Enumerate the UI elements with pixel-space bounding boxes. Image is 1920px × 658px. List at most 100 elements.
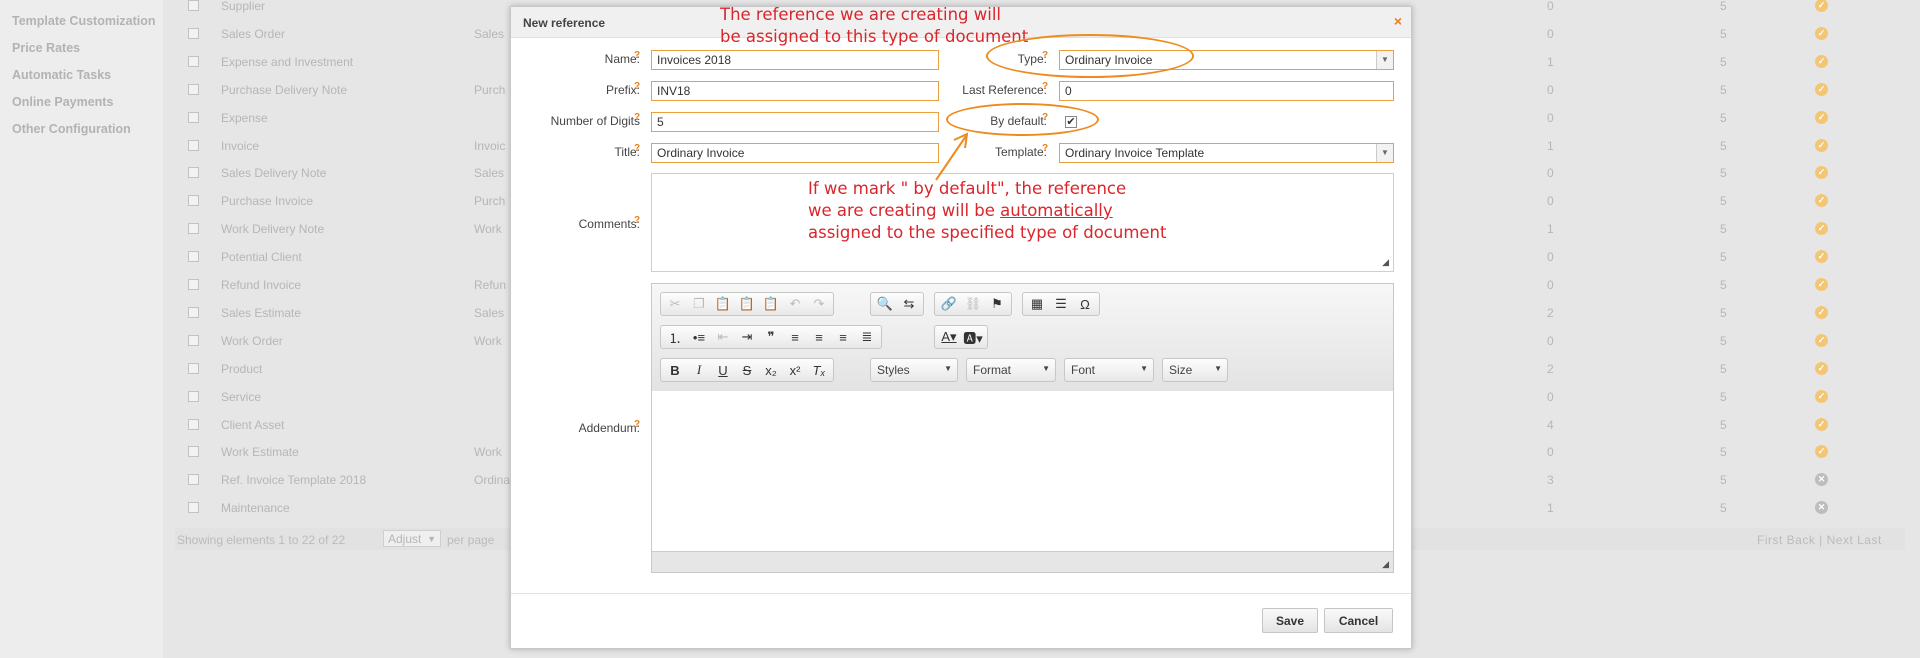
help-icon[interactable]: ? — [634, 81, 640, 92]
row-checkbox[interactable] — [188, 223, 199, 235]
numbered-list-icon[interactable]: ⒈ — [663, 327, 687, 347]
paste-text-icon[interactable]: 📋 — [735, 294, 759, 314]
help-icon[interactable]: ? — [1042, 143, 1048, 154]
row-checkbox[interactable] — [188, 334, 199, 346]
row-checkbox[interactable] — [188, 306, 199, 318]
template-select[interactable]: Ordinary Invoice Template ▼ — [1059, 143, 1394, 163]
unlink-icon[interactable]: ⛓ — [961, 294, 985, 314]
inactive-status-icon[interactable]: ✕ — [1815, 473, 1828, 487]
blockquote-icon[interactable]: ❞ — [759, 327, 783, 347]
align-center-icon[interactable]: ≡ — [807, 327, 831, 347]
cut-icon[interactable]: ✂ — [663, 294, 687, 314]
row-checkbox[interactable] — [188, 446, 199, 458]
indent-icon[interactable]: ⇥ — [735, 327, 759, 347]
active-status-icon[interactable]: ✓ — [1815, 278, 1828, 291]
row-checkbox[interactable] — [188, 83, 199, 95]
copy-icon[interactable]: ❐ — [687, 294, 711, 314]
inactive-status-icon[interactable]: ✕ — [1815, 501, 1828, 515]
resize-handle-icon[interactable]: ◢ — [1382, 257, 1389, 268]
bold-icon[interactable]: B — [663, 360, 687, 380]
active-status-icon[interactable]: ✓ — [1815, 0, 1828, 12]
pager-links[interactable]: First Back | Next Last — [1757, 533, 1882, 547]
active-status-icon[interactable]: ✓ — [1815, 166, 1828, 180]
row-checkbox[interactable] — [188, 251, 199, 263]
sidebar-item-online-payments[interactable]: Online Payments — [12, 95, 113, 109]
row-checkbox[interactable] — [188, 390, 199, 402]
underline-icon[interactable]: U — [711, 360, 735, 380]
anchor-icon[interactable]: ⚑ — [985, 294, 1009, 314]
help-icon[interactable]: ? — [1042, 81, 1048, 92]
row-checkbox[interactable] — [188, 474, 199, 486]
row-checkbox[interactable] — [188, 139, 199, 151]
help-icon[interactable]: ? — [634, 215, 640, 226]
active-status-icon[interactable]: ✓ — [1815, 445, 1828, 459]
active-status-icon[interactable]: ✓ — [1815, 82, 1828, 96]
row-checkbox[interactable] — [188, 167, 199, 179]
undo-icon[interactable]: ↶ — [783, 294, 807, 314]
row-checkbox[interactable] — [188, 111, 199, 123]
active-status-icon[interactable]: ✓ — [1815, 194, 1828, 208]
active-status-icon[interactable]: ✓ — [1815, 305, 1828, 319]
subscript-icon[interactable]: x₂ — [759, 360, 783, 380]
title-input[interactable] — [651, 143, 939, 163]
bulleted-list-icon[interactable]: •≡ — [687, 327, 711, 347]
digits-input[interactable] — [651, 112, 939, 132]
row-checkbox[interactable] — [188, 418, 199, 430]
text-color-icon[interactable]: A▾ — [937, 327, 961, 347]
special-char-icon[interactable]: Ω — [1073, 294, 1097, 314]
redo-icon[interactable]: ↷ — [807, 294, 831, 314]
align-left-icon[interactable]: ≡ — [783, 327, 807, 347]
row-checkbox[interactable] — [188, 502, 199, 514]
link-icon[interactable]: 🔗 — [937, 294, 961, 314]
active-status-icon[interactable]: ✓ — [1815, 26, 1828, 40]
row-checkbox[interactable] — [188, 55, 199, 67]
help-icon[interactable]: ? — [634, 143, 640, 154]
row-checkbox[interactable] — [188, 362, 199, 374]
sidebar-item-price-rates[interactable]: Price Rates — [12, 41, 80, 55]
font-combo[interactable]: Font ▼ — [1064, 358, 1154, 382]
remove-format-icon[interactable]: Tₓ — [807, 360, 831, 380]
superscript-icon[interactable]: x² — [783, 360, 807, 380]
active-status-icon[interactable]: ✓ — [1815, 389, 1828, 403]
italic-icon[interactable]: I — [687, 360, 711, 380]
table-icon[interactable]: ▦ — [1025, 294, 1049, 314]
background-color-icon[interactable]: 🅰▾ — [961, 327, 985, 347]
row-checkbox[interactable] — [188, 27, 199, 39]
row-checkbox[interactable] — [188, 195, 199, 207]
strikethrough-icon[interactable]: S — [735, 360, 759, 380]
cancel-button[interactable]: Cancel — [1324, 608, 1393, 633]
outdent-icon[interactable]: ⇤ — [711, 327, 735, 347]
name-input[interactable] — [651, 50, 939, 70]
prefix-input[interactable] — [651, 81, 939, 101]
styles-combo[interactable]: Styles ▼ — [870, 358, 958, 382]
sidebar-item-automatic-tasks[interactable]: Automatic Tasks — [12, 68, 111, 82]
active-status-icon[interactable]: ✓ — [1815, 361, 1828, 375]
active-status-icon[interactable]: ✓ — [1815, 250, 1828, 264]
last-reference-input[interactable] — [1059, 81, 1394, 101]
save-button[interactable]: Save — [1262, 608, 1318, 633]
size-combo[interactable]: Size ▼ — [1162, 358, 1228, 382]
active-status-icon[interactable]: ✓ — [1815, 222, 1828, 236]
align-right-icon[interactable]: ≡ — [831, 327, 855, 347]
justify-icon[interactable]: ≣ — [855, 327, 879, 347]
sidebar-item-template-customization[interactable]: Template Customization — [12, 14, 156, 28]
format-combo[interactable]: Format ▼ — [966, 358, 1056, 382]
resize-handle-icon[interactable]: ◢ — [1382, 559, 1389, 570]
editor-content-area[interactable] — [652, 391, 1393, 552]
paste-icon[interactable]: 📋 — [711, 294, 735, 314]
paste-word-icon[interactable]: 📋 — [759, 294, 783, 314]
active-status-icon[interactable]: ✓ — [1815, 333, 1828, 347]
help-icon[interactable]: ? — [634, 112, 640, 123]
active-status-icon[interactable]: ✓ — [1815, 417, 1828, 431]
sidebar-item-other-configuration[interactable]: Other Configuration — [12, 122, 131, 136]
horizontal-rule-icon[interactable]: ☰ — [1049, 294, 1073, 314]
replace-icon[interactable]: ⇆ — [897, 294, 921, 314]
page-size-select[interactable]: Adjust ▼ — [383, 530, 441, 547]
help-icon[interactable]: ? — [634, 419, 640, 430]
active-status-icon[interactable]: ✓ — [1815, 110, 1828, 124]
help-icon[interactable]: ? — [634, 50, 640, 61]
active-status-icon[interactable]: ✓ — [1815, 138, 1828, 152]
row-checkbox[interactable] — [188, 279, 199, 290]
active-status-icon[interactable]: ✓ — [1815, 54, 1828, 68]
row-checkbox[interactable] — [188, 0, 199, 11]
